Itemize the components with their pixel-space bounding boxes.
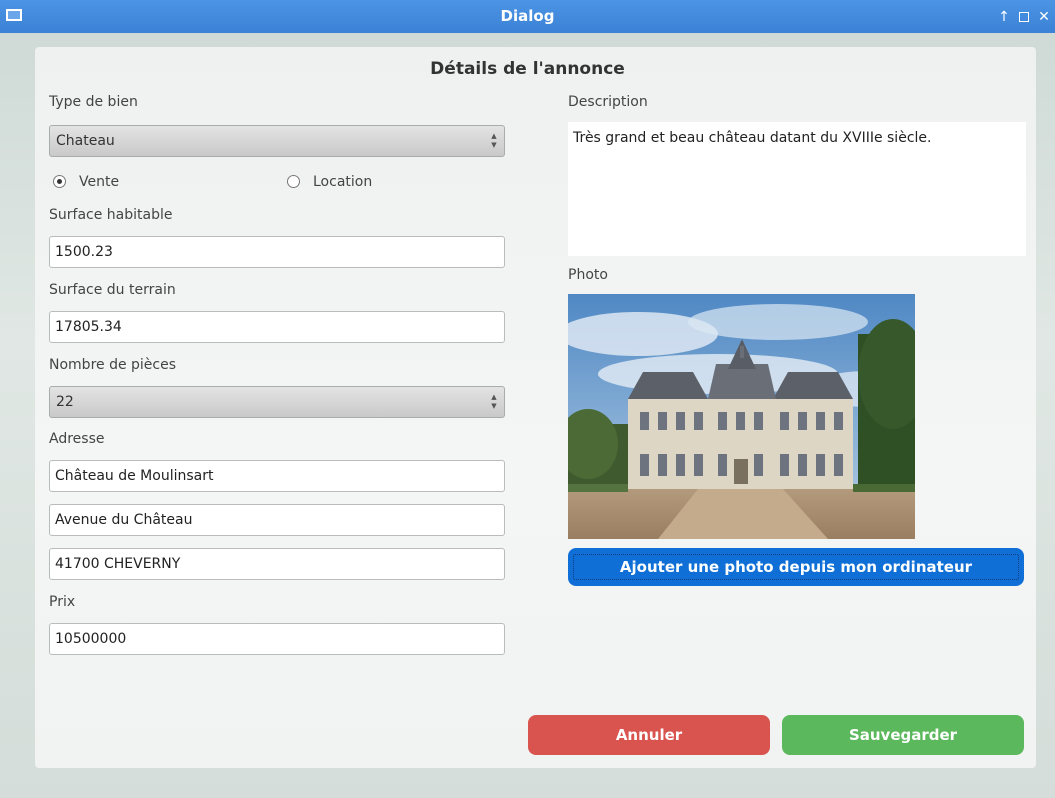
rooms-spinbox[interactable]: 22 ▲ ▼ (49, 386, 505, 418)
rooms-value: 22 (56, 394, 74, 410)
surface-label: Surface habitable (49, 207, 173, 223)
save-button[interactable]: Sauvegarder (782, 715, 1024, 755)
cancel-button[interactable]: Annuler (528, 715, 770, 755)
price-label: Prix (49, 594, 76, 610)
property-type-select[interactable]: Chateau ▲ ▼ (49, 125, 505, 157)
add-photo-button[interactable]: Ajouter une photo depuis mon ordinateur (568, 548, 1024, 586)
radio-rent[interactable] (287, 175, 300, 188)
form-heading: Détails de l'annonce (430, 59, 625, 79)
property-type-value: Chateau (56, 133, 115, 149)
surface-field[interactable]: 1500.23 (49, 236, 505, 268)
spin-arrows-icon[interactable]: ▲ ▼ (490, 393, 498, 411)
rooms-label: Nombre de pièces (49, 357, 177, 373)
radio-selected-dot-icon (57, 179, 62, 184)
title-bar[interactable]: Dialog ↑ ✕ (0, 0, 1055, 33)
photo-label: Photo (568, 267, 608, 283)
close-icon[interactable]: ✕ (1037, 9, 1051, 25)
address-line2-field[interactable]: Avenue du Château (49, 504, 505, 536)
chateau-photo-image (568, 294, 915, 539)
radio-rent-label[interactable]: Location (313, 174, 372, 190)
chevron-updown-icon: ▲ ▼ (491, 132, 497, 149)
radio-sale[interactable] (53, 175, 66, 188)
add-photo-button-label: Ajouter une photo depuis mon ordinateur (573, 554, 1019, 580)
description-label: Description (568, 94, 648, 110)
address-line1-field[interactable]: Château de Moulinsart (49, 460, 505, 492)
maximize-icon[interactable] (1019, 11, 1029, 22)
type-label: Type de bien (49, 94, 138, 110)
description-textarea[interactable]: Très grand et beau château datant du XVI… (568, 122, 1026, 256)
land-label: Surface du terrain (49, 282, 176, 298)
land-surface-field[interactable]: 17805.34 (49, 311, 505, 343)
keep-above-icon[interactable]: ↑ (997, 9, 1011, 25)
window-title: Dialog (500, 7, 555, 25)
radio-sale-label[interactable]: Vente (79, 174, 119, 190)
address-line3-field[interactable]: 41700 CHEVERNY (49, 548, 505, 580)
price-field[interactable]: 10500000 (49, 623, 505, 655)
address-label: Adresse (49, 431, 105, 447)
window-controls: ↑ ✕ (997, 0, 1051, 33)
property-photo (568, 294, 915, 539)
dialog-window: Dialog ↑ ✕ Détails de l'annonce Type de … (0, 0, 1055, 798)
